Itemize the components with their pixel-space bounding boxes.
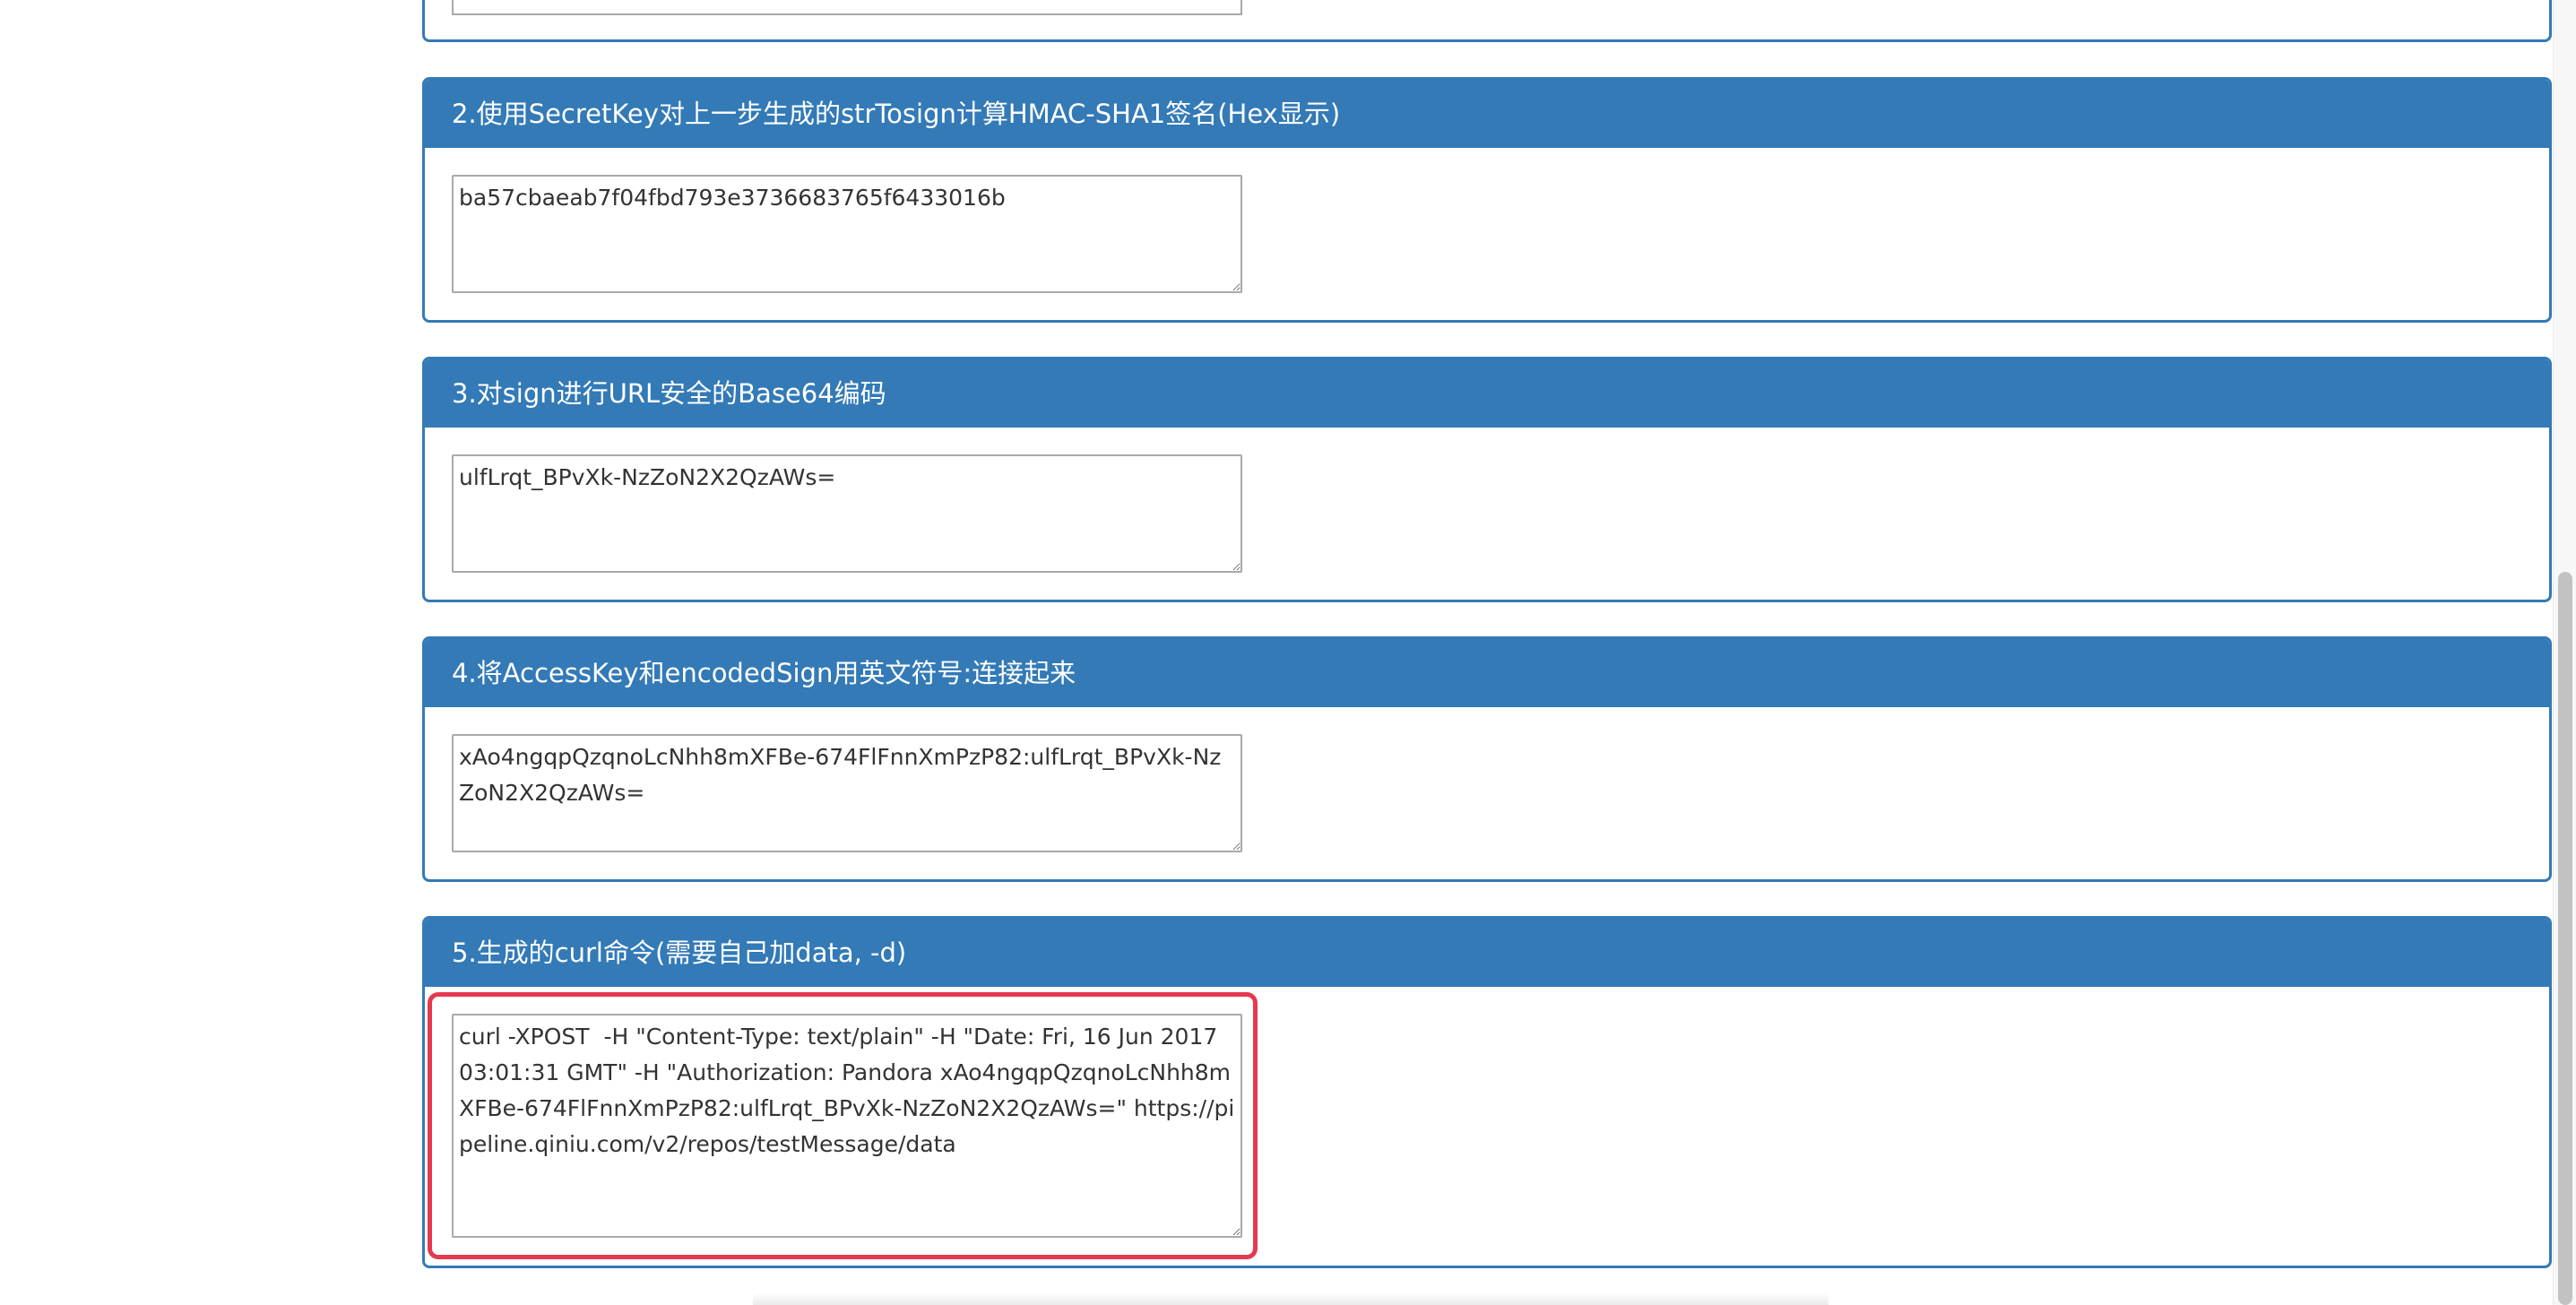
step-3-heading: 3.对sign进行URL安全的Base64编码	[425, 359, 2549, 428]
hmac-signature-textarea[interactable]: ba57cbaeab7f04fbd793e3736683765f6433016b	[452, 175, 1242, 293]
step-5-body: curl -XPOST -H "Content-Type: text/plain…	[425, 987, 2549, 1265]
step-1-panel-partial	[422, 0, 2552, 42]
step-2-panel: 2.使用SecretKey对上一步生成的strTosign计算HMAC-SHA1…	[422, 77, 2552, 323]
base64-sign-textarea[interactable]: ulfLrqt_BPvXk-NzZoN2X2QzAWs=	[452, 454, 1242, 573]
step-2-heading: 2.使用SecretKey对上一步生成的strTosign计算HMAC-SHA1…	[425, 80, 2549, 148]
curl-command-textarea[interactable]: curl -XPOST -H "Content-Type: text/plain…	[452, 1014, 1242, 1238]
vertical-scrollbar[interactable]	[2553, 0, 2576, 1305]
step-1-textarea-partial[interactable]	[452, 0, 1242, 15]
step-3-body: ulfLrqt_BPvXk-NzZoN2X2QzAWs=	[425, 428, 2549, 600]
step-3-panel: 3.对sign进行URL安全的Base64编码 ulfLrqt_BPvXk-Nz…	[422, 357, 2552, 602]
step-5-heading: 5.生成的curl命令(需要自己加data, -d)	[425, 919, 2549, 987]
scrollbar-thumb[interactable]	[2558, 572, 2572, 1305]
step-2-body: ba57cbaeab7f04fbd793e3736683765f6433016b	[425, 148, 2549, 320]
page-viewport: 2.使用SecretKey对上一步生成的strTosign计算HMAC-SHA1…	[0, 0, 2576, 1305]
step-5-panel: 5.生成的curl命令(需要自己加data, -d) curl -XPOST -…	[422, 916, 2552, 1268]
step-4-heading: 4.将AccessKey和encodedSign用英文符号:连接起来	[425, 639, 2549, 707]
step-4-body: xAo4ngqpQzqnoLcNhh8mXFBe-674FlFnnXmPzP82…	[425, 707, 2549, 879]
step-4-panel: 4.将AccessKey和encodedSign用英文符号:连接起来 xAo4n…	[422, 636, 2552, 882]
bottom-shadow	[753, 1292, 1828, 1305]
access-key-sign-textarea[interactable]: xAo4ngqpQzqnoLcNhh8mXFBe-674FlFnnXmPzP82…	[452, 734, 1242, 852]
